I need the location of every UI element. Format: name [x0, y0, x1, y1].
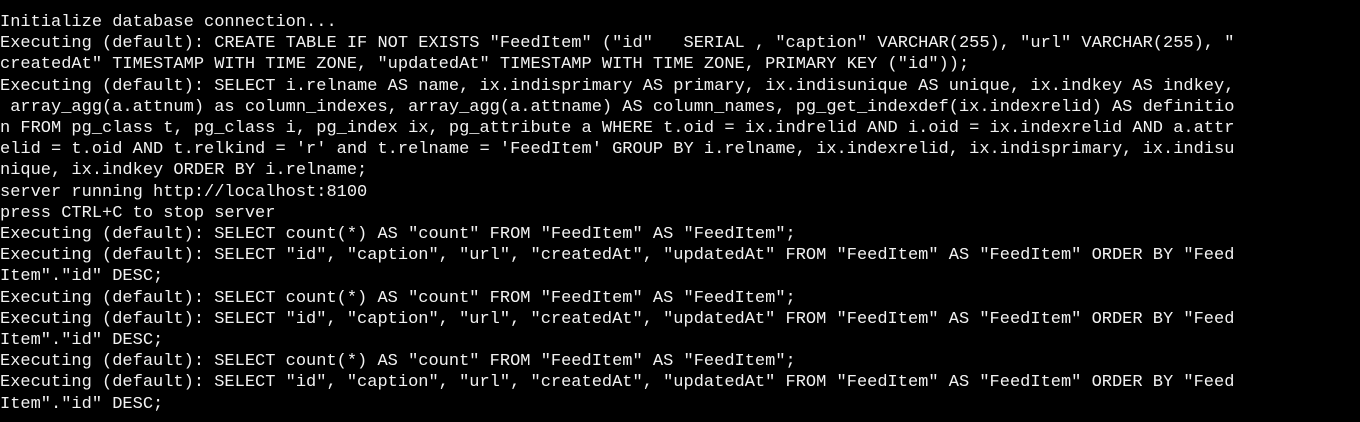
terminal-line: press CTRL+C to stop server — [0, 203, 276, 223]
terminal-line: Initialize database connection... — [0, 13, 337, 32]
terminal-line: Executing (default): SELECT i.relname AS… — [0, 76, 1235, 96]
terminal-line: Executing (default): SELECT "id", "capti… — [0, 246, 1235, 266]
terminal-output[interactable]: Initialize database connection... Execut… — [0, 0, 1360, 422]
terminal-line: Executing (default): CREATE TABLE IF NOT… — [0, 34, 1235, 54]
terminal-line: server running http://localhost:8100 — [0, 182, 368, 202]
terminal-line: Item"."id" DESC; — [0, 267, 164, 287]
terminal-line: Executing (default): SELECT "id", "capti… — [0, 309, 1235, 329]
terminal-line: Executing (default): SELECT count(*) AS … — [0, 225, 796, 245]
terminal-line: n FROM pg_class t, pg_class i, pg_index … — [0, 119, 1235, 139]
terminal-line: array_agg(a.attnum) as column_indexes, a… — [0, 97, 1235, 117]
terminal-line: nique, ix.indkey ORDER BY i.relname; — [0, 161, 368, 181]
terminal-line: Item"."id" DESC; — [0, 394, 164, 414]
terminal-line: Executing (default): SELECT count(*) AS … — [0, 288, 796, 308]
terminal-line: Executing (default): SELECT "id", "capti… — [0, 373, 1235, 393]
terminal-line: createdAt" TIMESTAMP WITH TIME ZONE, "up… — [0, 55, 970, 75]
terminal-line: Executing (default): SELECT count(*) AS … — [0, 352, 796, 372]
terminal-line: elid = t.oid AND t.relkind = 'r' and t.r… — [0, 140, 1235, 160]
terminal-line: Item"."id" DESC; — [0, 331, 164, 351]
